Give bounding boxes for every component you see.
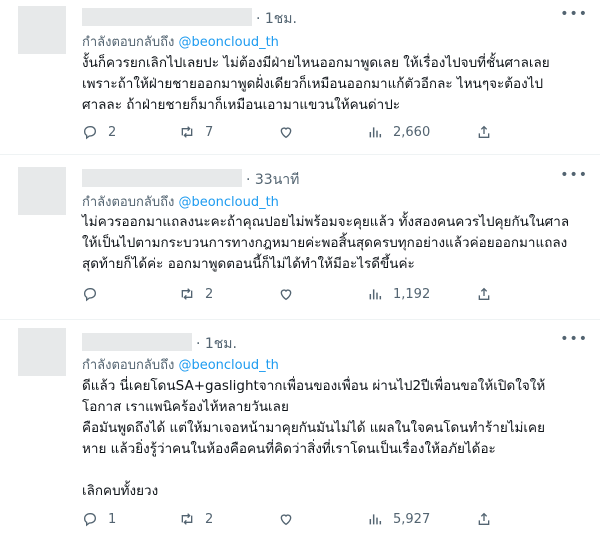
tweet-text-line: สุดท้ายก็ได้ค่ะ ออกมาพูดตอนนี้ก็ไม่ได้ทำ… bbox=[82, 256, 415, 272]
views-count: 5,927 bbox=[393, 511, 431, 527]
tweet-2[interactable]: · 33นาที ••• กำลังตอบกลับถึง @beoncloud_… bbox=[0, 155, 600, 320]
avatar[interactable] bbox=[18, 328, 66, 376]
tweet-text-line: คือมันพูดถึงได้ แต่ให้มาเจอหน้ามาคุยกันม… bbox=[82, 420, 545, 436]
tweet-text-line: ไม่ควรออกมาแถลงนะคะถ้าคุณปอยไม่พร้อมจะคุ… bbox=[82, 214, 570, 230]
tweet-text-line: เพราะถ้าให้ฝ่ายชายออกมาพูดฝั่งเดียวก็เหม… bbox=[82, 76, 544, 92]
reply-icon bbox=[83, 513, 97, 527]
replying-to-label: กำลังตอบกลับถึง bbox=[82, 358, 175, 373]
replying-to: กำลังตอบกลับถึง @beoncloud_th bbox=[82, 191, 279, 212]
reply-count: 2 bbox=[108, 124, 117, 140]
reply-icon bbox=[83, 288, 97, 302]
tweet-text: งั้นก็ควรยกเลิกไปเลยปะ ไม่ต้องมีฝ่ายไหนอ… bbox=[82, 53, 592, 116]
reply-count: 1 bbox=[108, 511, 117, 527]
retweet-button[interactable]: 7 bbox=[179, 122, 213, 142]
share-button[interactable] bbox=[476, 509, 502, 529]
tweet-1[interactable]: · 1ชม. ••• กำลังตอบกลับถึง @beoncloud_th… bbox=[0, 0, 600, 155]
tweet-text-line: ดีแล้ว นี่เคยโดนSA+gaslightจากเพื่อนของเ… bbox=[82, 378, 546, 394]
retweet-count: 2 bbox=[205, 511, 214, 527]
heart-icon bbox=[280, 514, 292, 526]
share-button[interactable] bbox=[476, 122, 502, 142]
like-button[interactable] bbox=[278, 284, 304, 304]
share-icon bbox=[478, 512, 490, 525]
avatar[interactable] bbox=[18, 167, 66, 215]
retweet-button[interactable]: 2 bbox=[179, 284, 213, 304]
tweet-actions: 2 7 2,660 bbox=[82, 122, 552, 142]
tweet-text-line: หาย แล้วยิ่งรู้ว่าคนในห้องคือคนที่คิดว่า… bbox=[82, 441, 496, 457]
tweet-3[interactable]: · 1ชม. ••• กำลังตอบกลับถึง @beoncloud_th… bbox=[0, 320, 600, 540]
retweet-count: 7 bbox=[205, 124, 214, 140]
retweet-icon bbox=[181, 513, 193, 525]
replying-to-label: กำลังตอบกลับถึง bbox=[82, 195, 175, 210]
views-count: 2,660 bbox=[393, 124, 431, 140]
replying-to: กำลังตอบกลับถึง @beoncloud_th bbox=[82, 354, 279, 375]
share-button[interactable] bbox=[476, 284, 502, 304]
tweet-text-line: งั้นก็ควรยกเลิกไปเลยปะ ไม่ต้องมีฝ่ายไหนอ… bbox=[82, 55, 550, 71]
views-icon bbox=[369, 127, 382, 138]
replying-to: กำลังตอบกลับถึง @beoncloud_th bbox=[82, 31, 279, 52]
retweet-button[interactable]: 2 bbox=[179, 509, 213, 529]
author-name-redacted[interactable] bbox=[82, 8, 252, 26]
reply-icon bbox=[83, 126, 97, 140]
reply-button[interactable]: 2 bbox=[82, 122, 116, 142]
like-button[interactable] bbox=[278, 509, 304, 529]
tweet-text-line: ศาลละ ถ้าฝ่ายชายก็มาก็เหมือนเอามาแขวนให้… bbox=[82, 97, 401, 113]
tweet-actions: 1 2 5,927 bbox=[82, 509, 552, 529]
views-button[interactable]: 1,192 bbox=[367, 284, 430, 304]
views-button[interactable]: 5,927 bbox=[367, 509, 430, 529]
replying-to-label: กำลังตอบกลับถึง bbox=[82, 35, 175, 50]
retweet-icon bbox=[181, 288, 193, 300]
more-horizontal-icon[interactable]: ••• bbox=[560, 331, 588, 347]
timestamp[interactable]: · 33นาที bbox=[246, 169, 299, 191]
views-icon bbox=[369, 514, 382, 525]
heart-icon bbox=[280, 289, 292, 301]
avatar[interactable] bbox=[18, 6, 66, 54]
views-count: 1,192 bbox=[393, 286, 431, 302]
tweet-text-line: โอกาส เราแพนิคร้องไห้หลายวันเลย bbox=[82, 399, 289, 415]
replying-to-handle[interactable]: @beoncloud_th bbox=[178, 35, 278, 50]
views-icon bbox=[369, 289, 382, 300]
views-button[interactable]: 2,660 bbox=[367, 122, 430, 142]
timestamp[interactable]: · 1ชม. bbox=[256, 8, 297, 30]
author-name-redacted[interactable] bbox=[82, 169, 242, 187]
tweet-text: ไม่ควรออกมาแถลงนะคะถ้าคุณปอยไม่พร้อมจะคุ… bbox=[82, 212, 592, 275]
retweet-count: 2 bbox=[205, 286, 214, 302]
tweet-text-line bbox=[82, 460, 592, 481]
reply-button[interactable]: 1 bbox=[82, 509, 116, 529]
timestamp[interactable]: · 1ชม. bbox=[196, 333, 237, 355]
replying-to-handle[interactable]: @beoncloud_th bbox=[178, 358, 278, 373]
tweet-text: ดีแล้ว นี่เคยโดนSA+gaslightจากเพื่อนของเ… bbox=[82, 376, 592, 502]
reply-button[interactable] bbox=[82, 284, 108, 304]
tweet-actions: 2 1,192 bbox=[82, 284, 552, 304]
share-icon bbox=[478, 287, 490, 300]
author-name-redacted[interactable] bbox=[82, 333, 192, 351]
replying-to-handle[interactable]: @beoncloud_th bbox=[178, 195, 278, 210]
heart-icon bbox=[280, 127, 292, 139]
more-horizontal-icon[interactable]: ••• bbox=[560, 6, 588, 22]
tweet-text-line: เลิกคบทั้งยวง bbox=[82, 483, 159, 499]
retweet-icon bbox=[181, 126, 193, 138]
more-horizontal-icon[interactable]: ••• bbox=[560, 167, 588, 183]
tweet-text-line: ให้เป็นไปตามกระบวนการทางกฎหมายค่ะพอสิ้นส… bbox=[82, 235, 568, 251]
like-button[interactable] bbox=[278, 122, 304, 142]
share-icon bbox=[478, 125, 490, 138]
